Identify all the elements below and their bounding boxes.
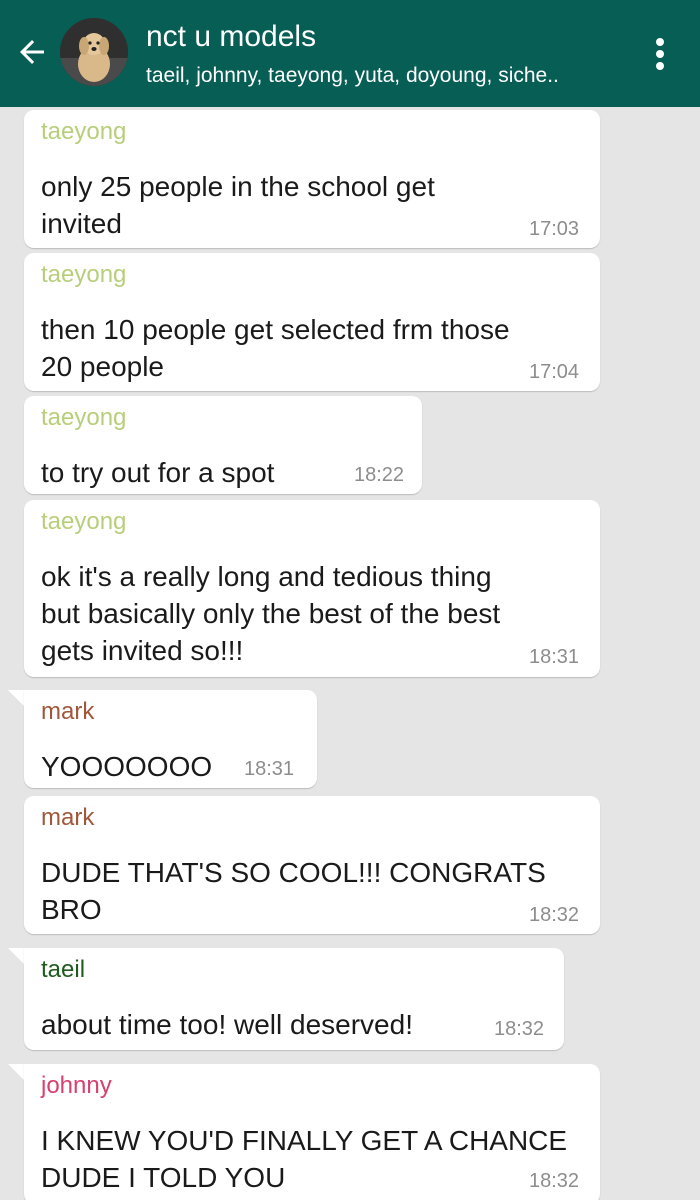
message-bubble[interactable]: taeyong then 10 people get selected frm … <box>24 253 600 391</box>
message-text: YOOOOOOO <box>41 748 212 785</box>
arrow-left-icon <box>20 40 44 64</box>
message-time: 18:32 <box>494 1018 545 1040</box>
chat-title[interactable]: nct u models <box>146 20 316 54</box>
message-line: BRO <box>41 894 102 925</box>
message-sender: mark <box>41 804 95 831</box>
message-sender: taeil <box>41 956 86 983</box>
message-sender: taeyong <box>41 508 127 535</box>
message-sender: mark <box>41 698 95 725</box>
message-bubble[interactable]: mark DUDE THAT'S SO COOL!!! CONGRATS BRO… <box>24 796 600 934</box>
message-time: 17:03 <box>529 218 580 240</box>
message-line: ok it's a really long and tedious thing <box>41 561 492 592</box>
message-line: I KNEW YOU'D FINALLY GET A CHANCE <box>41 1125 568 1156</box>
message-line: DUDE THAT'S SO COOL!!! CONGRATS <box>41 857 546 888</box>
message-text: then 10 people get selected frm those 20… <box>41 311 510 385</box>
message-line: then 10 people get selected frm those <box>41 314 510 345</box>
group-avatar[interactable] <box>60 18 128 86</box>
message-time: 18:32 <box>529 904 580 926</box>
message-text: ok it's a really long and tedious thing … <box>41 558 500 669</box>
message-sender: taeyong <box>41 404 127 431</box>
message-time: 18:32 <box>529 1170 580 1192</box>
message-bubble[interactable]: taeyong to try out for a spot 18:22 <box>24 396 422 494</box>
message-line: invited <box>41 208 122 239</box>
chat-screen: nct u models taeil, johnny, taeyong, yut… <box>0 0 700 1200</box>
message-text: I KNEW YOU'D FINALLY GET A CHANCE DUDE I… <box>41 1122 567 1196</box>
message-line: to try out for a spot <box>41 457 275 488</box>
back-button[interactable] <box>8 28 56 76</box>
message-bubble[interactable]: taeil about time too! well deserved! 18:… <box>24 948 564 1050</box>
message-time: 18:31 <box>244 758 295 780</box>
message-sender: taeyong <box>41 261 127 288</box>
message-bubble[interactable]: taeyong ok it's a really long and tediou… <box>24 500 600 677</box>
message-line: only 25 people in the school get <box>41 171 435 202</box>
message-bubble[interactable]: johnny I KNEW YOU'D FINALLY GET A CHANCE… <box>24 1064 600 1200</box>
chat-members[interactable]: taeil, johnny, taeyong, yuta, doyoung, s… <box>146 64 559 88</box>
chat-header: nct u models taeil, johnny, taeyong, yut… <box>0 0 700 107</box>
more-vert-icon <box>656 38 664 70</box>
message-line: about time too! well deserved! <box>41 1009 413 1040</box>
dog-photo-icon <box>60 18 128 86</box>
message-time: 18:22 <box>354 464 405 486</box>
message-time: 17:04 <box>529 361 580 383</box>
message-line: YOOOOOOO <box>41 751 213 782</box>
overflow-menu-button[interactable] <box>640 30 680 78</box>
message-line: gets invited so!!! <box>41 635 244 666</box>
message-time: 18:31 <box>529 646 580 668</box>
message-sender: taeyong <box>41 118 127 145</box>
message-text: DUDE THAT'S SO COOL!!! CONGRATS BRO <box>41 854 546 928</box>
message-line: but basically only the best of the best <box>41 598 501 629</box>
message-line: 20 people <box>41 351 165 382</box>
message-text: about time too! well deserved! <box>41 1006 413 1043</box>
message-line: DUDE I TOLD YOU <box>41 1162 286 1193</box>
message-text: to try out for a spot <box>41 454 274 491</box>
message-text: only 25 people in the school get invited <box>41 168 435 242</box>
message-bubble[interactable]: taeyong only 25 people in the school get… <box>24 110 600 248</box>
message-sender: johnny <box>41 1072 112 1099</box>
message-bubble[interactable]: mark YOOOOOOO 18:31 <box>24 690 317 788</box>
